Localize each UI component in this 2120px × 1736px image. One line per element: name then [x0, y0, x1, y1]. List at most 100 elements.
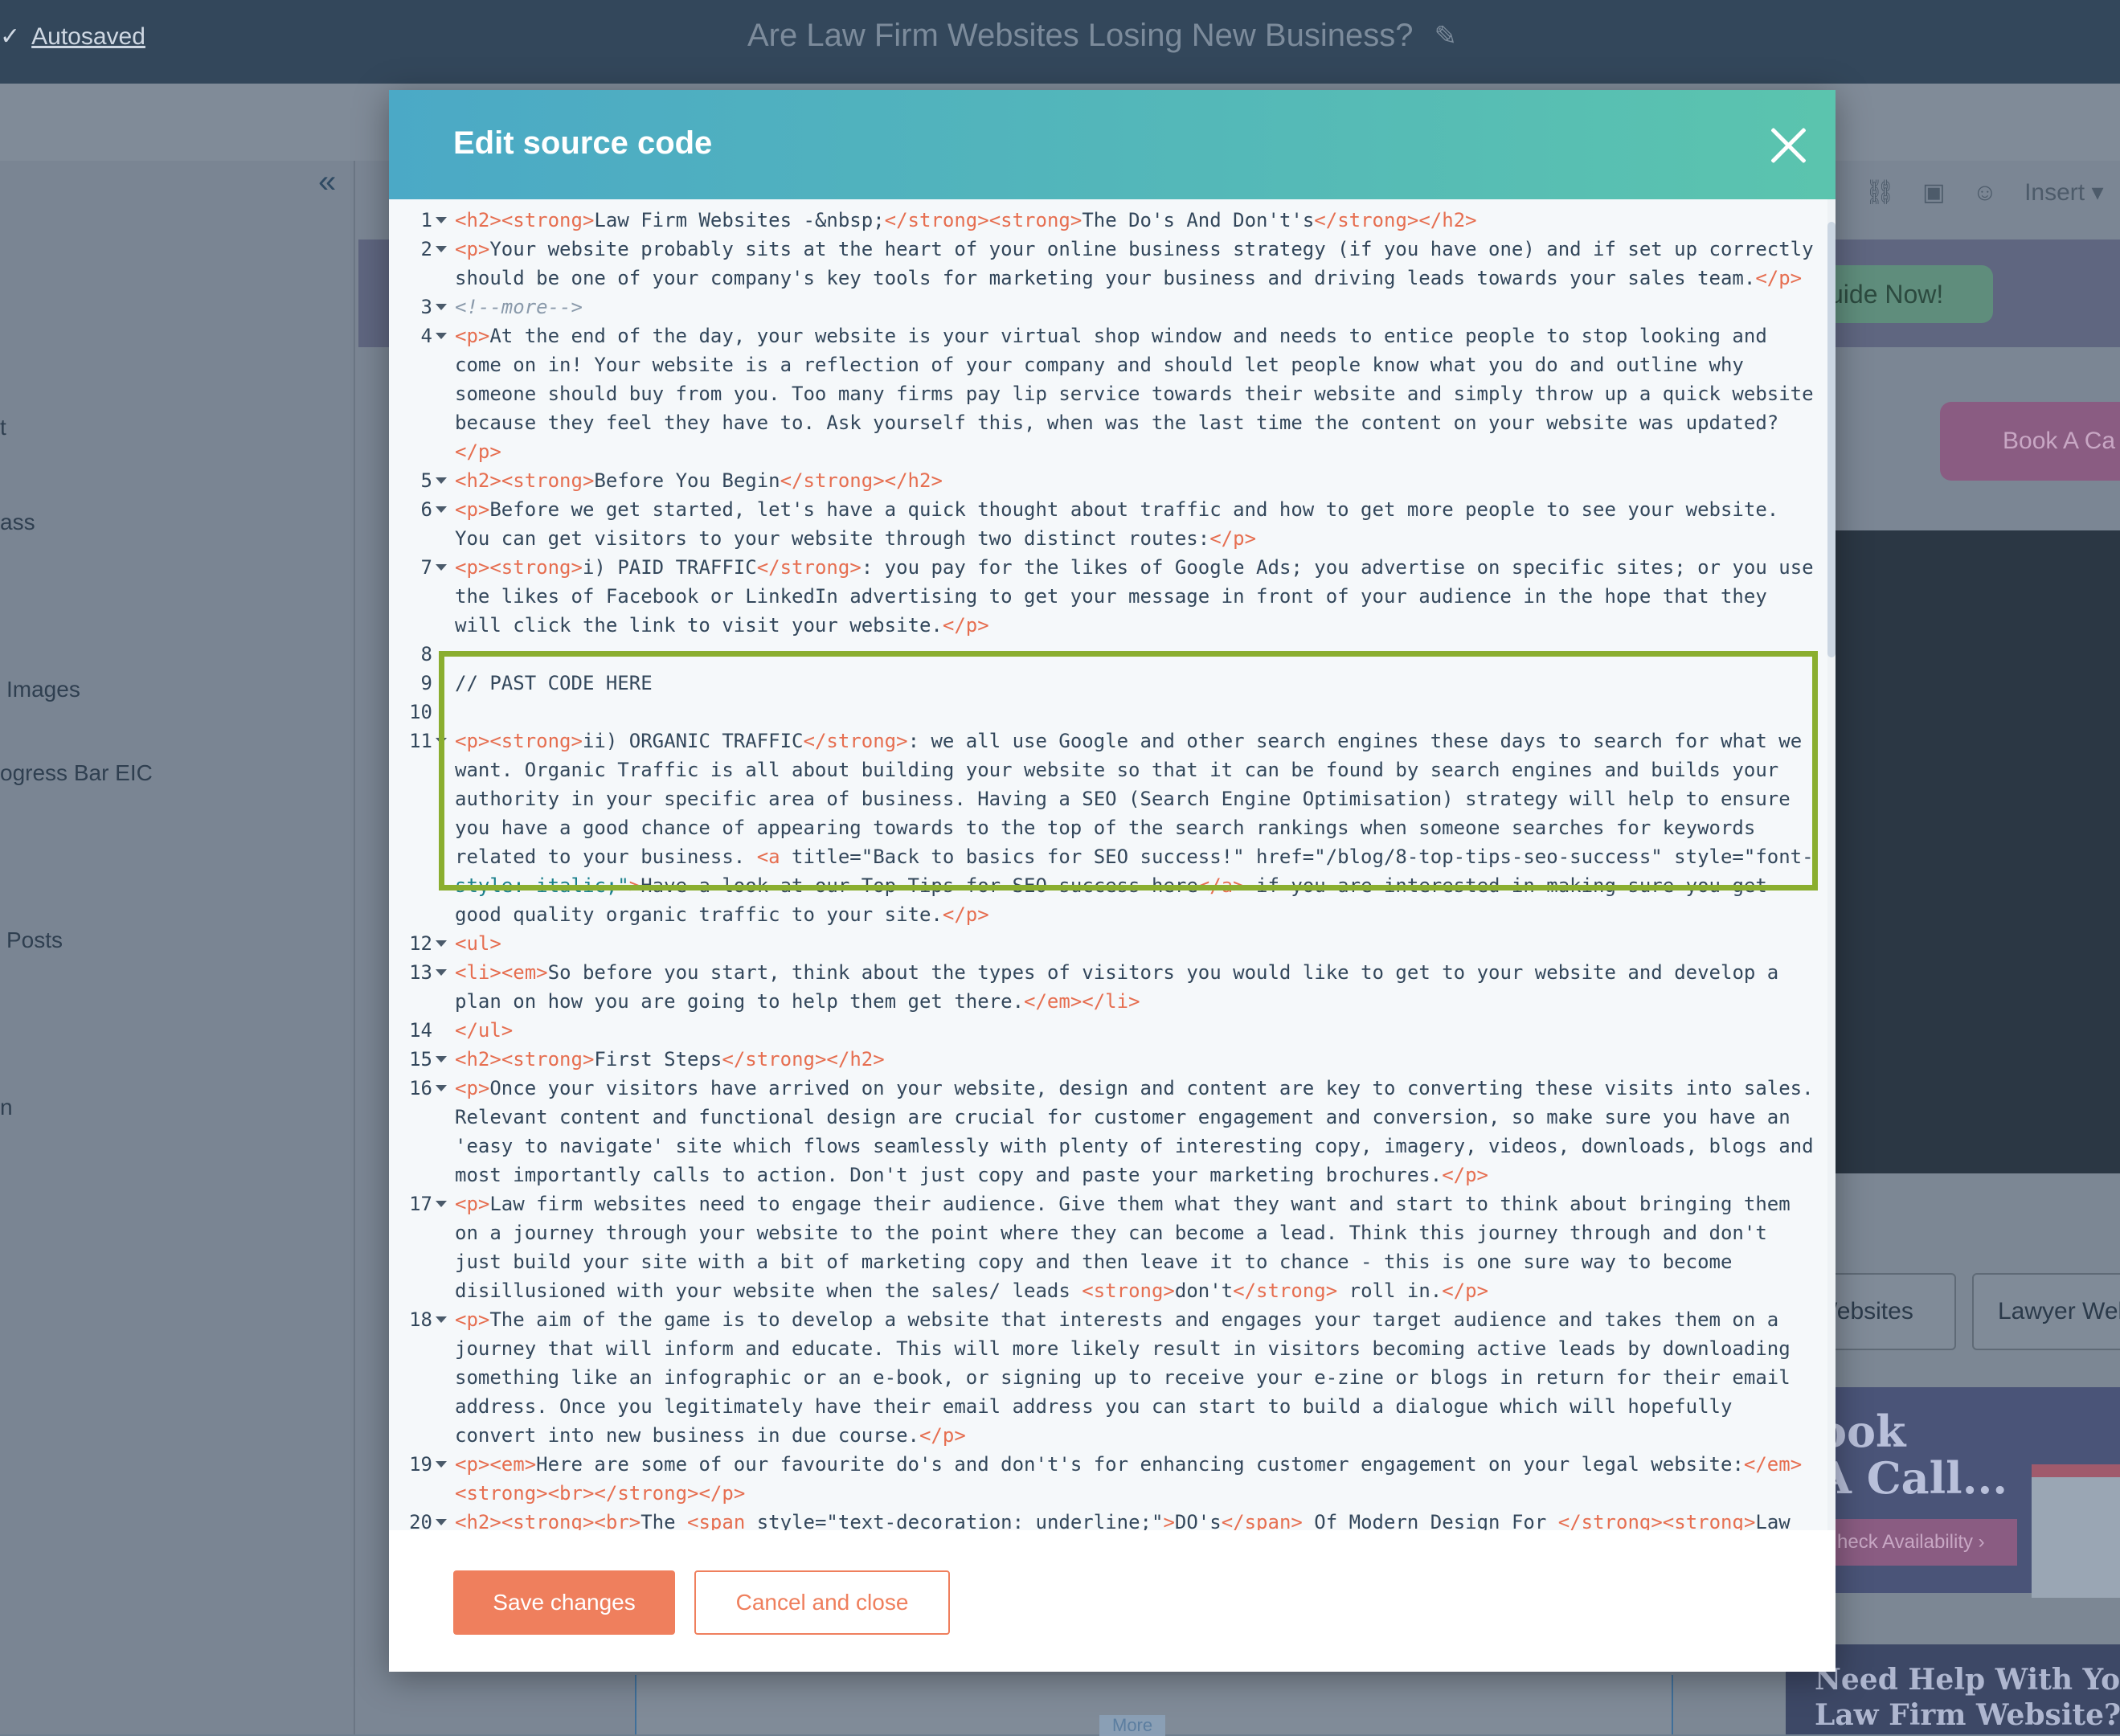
code-line[interactable]: just build your site with a bit of marke… [455, 1247, 1789, 1276]
line-number: 4 [420, 325, 432, 347]
fold-arrow-icon[interactable] [436, 506, 447, 513]
line-number: 16 [409, 1077, 432, 1099]
insert-menu[interactable]: Insert ▾ [2024, 178, 2103, 207]
code-line[interactable]: <h2><strong>Law Firm Websites -&nbsp;</s… [455, 206, 1789, 235]
fold-arrow-icon[interactable] [436, 477, 447, 484]
document-title-text: Are Law Firm Websites Losing New Busines… [747, 18, 1414, 53]
code-line[interactable]: <strong><br></strong></p> [455, 1479, 1789, 1508]
fold-arrow-icon[interactable] [436, 1519, 447, 1525]
fold-arrow-icon[interactable] [436, 304, 447, 310]
line-number: 19 [409, 1453, 432, 1476]
code-line[interactable]: <ul> [455, 929, 1789, 958]
code-line[interactable]: <p><em>Here are some of our favourite do… [455, 1450, 1802, 1479]
code-line[interactable]: address. Once you legitimately have thei… [455, 1392, 1789, 1421]
book-call-button[interactable]: Book A Ca [1940, 402, 2120, 481]
sidebar-item[interactable]: ass [0, 510, 35, 535]
emoji-icon[interactable]: ☺ [1972, 179, 1997, 207]
code-editor[interactable]: <h2><strong>Law Firm Websites -&nbsp;</s… [389, 199, 1836, 1530]
cta-heading: ook A Call... [1818, 1406, 2008, 1504]
code-line[interactable]: <p>The aim of the game is to develop a w… [455, 1305, 1789, 1334]
line-number: 5 [420, 469, 432, 492]
code-line[interactable]: should be one of your company's key tool… [455, 264, 1802, 293]
code-line[interactable]: good quality organic traffic to your sit… [455, 900, 1789, 929]
code-line[interactable]: </p> [455, 437, 1789, 466]
line-number: 6 [420, 498, 432, 521]
code-line[interactable]: You can get visitors to your website thr… [455, 524, 1789, 553]
line-number: 3 [420, 296, 432, 318]
code-line[interactable]: Relevant content and functional design a… [455, 1103, 1791, 1132]
code-line[interactable]: <li><em>So before you start, think about… [455, 958, 1789, 987]
check-availability-button[interactable]: heck Availability › [1824, 1519, 2017, 1566]
sidebar-item[interactable]: ogress Bar EIC [0, 760, 153, 786]
code-line[interactable]: <p><strong>i) PAID TRAFFIC</strong>: you… [455, 553, 1814, 582]
code-line[interactable]: <p>Your website probably sits at the hea… [455, 235, 1814, 264]
code-line[interactable]: <h2><strong>First Steps</strong></h2> [455, 1045, 1789, 1074]
fold-arrow-icon[interactable] [436, 564, 447, 571]
code-line[interactable]: <p>Once your visitors have arrived on yo… [455, 1074, 1814, 1103]
save-changes-button[interactable]: Save changes [453, 1570, 675, 1635]
cancel-and-close-button[interactable]: Cancel and close [694, 1570, 950, 1635]
code-line[interactable]: most importantly calls to action. Don't … [455, 1161, 1789, 1189]
fold-arrow-icon[interactable] [436, 1461, 447, 1468]
close-icon[interactable] [1768, 125, 1808, 166]
code-line[interactable]: <p>Before we get started, let's have a q… [455, 495, 1789, 524]
fold-arrow-icon[interactable] [436, 217, 447, 223]
code-line[interactable]: disillusioned with your website when the… [455, 1276, 1789, 1305]
code-line[interactable]: <p>Law firm websites need to engage thei… [455, 1189, 1791, 1218]
fold-arrow-icon[interactable] [436, 940, 447, 947]
fold-arrow-icon[interactable] [436, 969, 447, 976]
scrollbar-thumb[interactable] [1827, 222, 1836, 657]
code-line[interactable]: will click the link to visit your websit… [455, 611, 1789, 640]
code-line[interactable]: journey that will inform and educate. Th… [455, 1334, 1791, 1363]
image-icon[interactable]: ▣ [1922, 178, 1945, 207]
code-line[interactable]: someone should buy from you. Too many fi… [455, 379, 1814, 408]
line-number: 12 [409, 932, 432, 955]
line-number: 15 [409, 1048, 432, 1071]
sidebar-item[interactable]: Posts [6, 927, 63, 953]
line-number: 7 [420, 556, 432, 579]
line-number: 14 [409, 1019, 432, 1042]
code-line[interactable]: </ul> [455, 1016, 1789, 1045]
code-line[interactable]: on a journey through your website to the… [455, 1218, 1789, 1247]
code-line[interactable]: <h2><strong><br>The <span style="text-de… [455, 1508, 1791, 1530]
fold-arrow-icon[interactable] [436, 246, 447, 252]
help-heading: Need Help With You Law Firm Website? [1815, 1663, 2120, 1732]
code-line[interactable]: convert into new business in due course.… [455, 1421, 1789, 1450]
fold-arrow-icon[interactable] [436, 1316, 447, 1323]
highlight-box [439, 651, 1818, 891]
code-line[interactable]: 'easy to navigate' site which flows seam… [455, 1132, 1814, 1161]
line-number: 13 [409, 961, 432, 984]
code-line[interactable]: because they feel they have to. Ask your… [455, 408, 1789, 437]
pencil-icon[interactable]: ✎ [1434, 20, 1457, 52]
line-number: 1 [420, 209, 432, 231]
calendar-icon [2032, 1464, 2120, 1598]
tag-pill[interactable]: Lawyer Wel [1972, 1273, 2120, 1350]
code-line[interactable]: come on in! Your website is a reflection… [455, 350, 1789, 379]
fold-arrow-icon[interactable] [436, 333, 447, 339]
sidebar-item[interactable]: n [0, 1095, 13, 1120]
insert-label: Insert [2024, 179, 2085, 206]
fold-arrow-icon[interactable] [436, 1201, 447, 1207]
line-number: 2 [420, 238, 432, 260]
autosaved-status[interactable]: ✓ Autosaved [0, 23, 145, 51]
line-number: 18 [409, 1308, 432, 1331]
code-line[interactable]: <p>At the end of the day, your website i… [455, 321, 1789, 350]
more-tag: More [1099, 1715, 1166, 1736]
sidebar-item[interactable]: Images [6, 677, 80, 702]
fold-arrow-icon[interactable] [436, 1056, 447, 1062]
code-line[interactable]: plan on how you are going to help them g… [455, 987, 1789, 1016]
code-line[interactable]: something like an infographic or an e-bo… [455, 1363, 1791, 1392]
link-icon[interactable]: ⛓ [1864, 178, 1895, 207]
document-title[interactable]: Are Law Firm Websites Losing New Busines… [747, 18, 1457, 54]
modal-header: Edit source code [389, 90, 1836, 199]
code-line[interactable]: the likes of Facebook or LinkedIn advert… [455, 582, 1789, 611]
line-number: 17 [409, 1193, 432, 1215]
sidebar-item[interactable]: t [0, 415, 6, 440]
edit-source-code-modal: Edit source code <h2><strong>Law Firm We… [389, 90, 1836, 1672]
line-number: 9 [420, 672, 432, 694]
code-line[interactable]: <!--more--> [455, 293, 1789, 321]
collapse-sidebar-icon[interactable]: « [318, 164, 336, 200]
code-line[interactable]: <h2><strong>Before You Begin</strong></h… [455, 466, 1789, 495]
fold-arrow-icon[interactable] [436, 1085, 447, 1091]
autosaved-label[interactable]: Autosaved [31, 23, 145, 51]
